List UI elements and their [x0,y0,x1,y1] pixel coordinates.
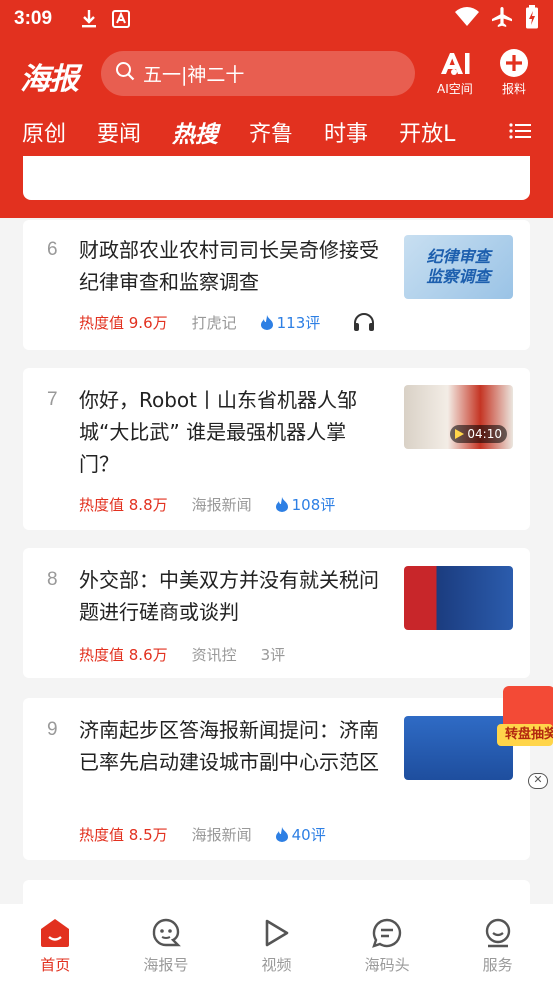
heat-value: 热度值 9.6万 [79,314,168,332]
chat-icon [371,916,403,950]
channel-menu-icon[interactable] [509,122,531,144]
news-meta: 热度值 8.8万 海报新闻 108评 [79,494,335,515]
heat-value: 热度值 8.8万 [79,496,168,514]
news-rank: 9 [47,719,58,740]
news-rank: 6 [47,239,58,260]
nav-haibao-account-label: 海报号 [143,956,189,974]
search-bar[interactable]: 五一|神二十 [101,51,415,96]
nav-services[interactable]: 服务 [442,904,553,984]
play-icon [455,429,465,439]
tab-open[interactable]: 开放L [399,116,455,148]
flame-icon [275,827,288,842]
news-item-7[interactable]: 7 你好，Robot丨山东省机器人邹城“大比武” 谁是最强机器人掌门？ 热度值 … [23,368,530,530]
video-thumbnail[interactable]: 04:10 [404,385,513,449]
app-logo[interactable]: 海报 [20,54,79,98]
news-item-8[interactable]: 8 外交部：中美双方并没有就关税问题进行磋商或谈判 热度值 8.6万 资讯控 3… [23,548,530,678]
promo-close-button[interactable]: ✕ [528,773,548,789]
battery-icon [525,5,539,33]
news-meta: 热度值 8.6万 资讯控 3评 [79,644,285,665]
ai-space-button[interactable]: AI空间 [437,46,473,97]
search-input[interactable]: 五一|神二十 [143,60,244,87]
headphones-icon[interactable] [352,312,376,336]
news-source[interactable]: 资讯控 [192,644,237,665]
home-icon [39,916,71,950]
nav-haibao-account[interactable]: 海报号 [111,904,222,984]
news-source[interactable]: 海报新闻 [192,824,252,845]
nav-haimatou-label: 海码头 [364,956,410,974]
lucky-wheel-promo[interactable]: 转盘抽奖 [497,680,553,760]
search-icon [115,61,135,86]
tab-qilu[interactable]: 齐鲁 [249,116,293,148]
download-icon [80,9,98,29]
app-notification-icon [112,10,131,28]
promo-label: 转盘抽奖 [497,724,553,746]
thumbnail-text-line1: 纪律审查 [426,247,491,266]
airplane-icon [491,6,513,32]
channel-tabs: 原创 要闻 热搜 齐鲁 时事 开放L [0,108,553,156]
flame-icon [260,315,273,330]
news-title[interactable]: 济南起步区答海报新闻提问：济南已率先启动建设城市副中心示范区 [79,714,384,778]
thumbnail-text-line2: 监察调查 [426,267,491,286]
app-header: 海报 五一|神二十 AI空间 报料 [0,38,553,108]
scrolled-list-item[interactable] [23,156,530,200]
news-thumbnail[interactable]: 纪律审查 监察调查 [404,235,513,299]
heat-value: 热度值 8.5万 [79,826,168,844]
add-circle-icon [499,46,529,80]
ai-space-label: AI空间 [437,82,473,96]
comment-count[interactable]: 113评 [260,312,320,333]
play-icon [262,916,290,950]
tab-headlines[interactable]: 要闻 [97,116,141,148]
news-title[interactable]: 外交部：中美双方并没有就关税问题进行磋商或谈判 [79,564,384,628]
comment-count[interactable]: 108评 [275,494,335,515]
status-time: 3:09 [14,8,53,29]
report-button[interactable]: 报料 [499,46,529,97]
wifi-icon [455,7,479,31]
status-bar: 3:09 [0,0,553,38]
comment-count[interactable]: 3评 [261,644,286,665]
news-title[interactable]: 你好，Robot丨山东省机器人邹城“大比武” 谁是最强机器人掌门？ [79,384,384,480]
nav-haimatou[interactable]: 海码头 [332,904,443,984]
news-source[interactable]: 海报新闻 [192,494,252,515]
news-meta: 热度值 8.5万 海报新闻 40评 [79,824,326,845]
news-thumbnail[interactable] [404,566,513,630]
news-rank: 7 [47,389,58,410]
nav-video-label: 视频 [261,956,292,974]
flame-icon [275,497,288,512]
nav-video[interactable]: 视频 [221,904,332,984]
video-duration: 04:10 [450,425,507,443]
nav-home-label: 首页 [40,956,71,974]
heat-value: 热度值 8.6万 [79,646,168,664]
nav-services-label: 服务 [482,956,513,974]
news-source[interactable]: 打虎记 [192,312,237,333]
news-rank: 8 [47,569,58,590]
news-item-6[interactable]: 6 财政部农业农村司司长吴奇修接受纪律审查和监察调查 热度值 9.6万 打虎记 … [23,220,530,350]
news-title[interactable]: 财政部农业农村司司长吴奇修接受纪律审查和监察调查 [79,234,384,298]
face-icon [150,916,182,950]
tab-original[interactable]: 原创 [22,116,66,148]
comment-count[interactable]: 40评 [275,824,326,845]
tab-current-affairs[interactable]: 时事 [324,116,368,148]
ai-icon [438,46,472,80]
news-item-9[interactable]: 9 济南起步区答海报新闻提问：济南已率先启动建设城市副中心示范区 热度值 8.5… [23,698,530,860]
news-meta: 热度值 9.6万 打虎记 113评 [79,312,320,333]
nav-home[interactable]: 首页 [0,904,111,984]
report-label: 报料 [501,82,526,96]
bottom-nav: 首页 海报号 视频 海码头 服务 [0,904,553,984]
service-icon [482,916,514,950]
tab-hot-search[interactable]: 热搜 [172,115,218,149]
